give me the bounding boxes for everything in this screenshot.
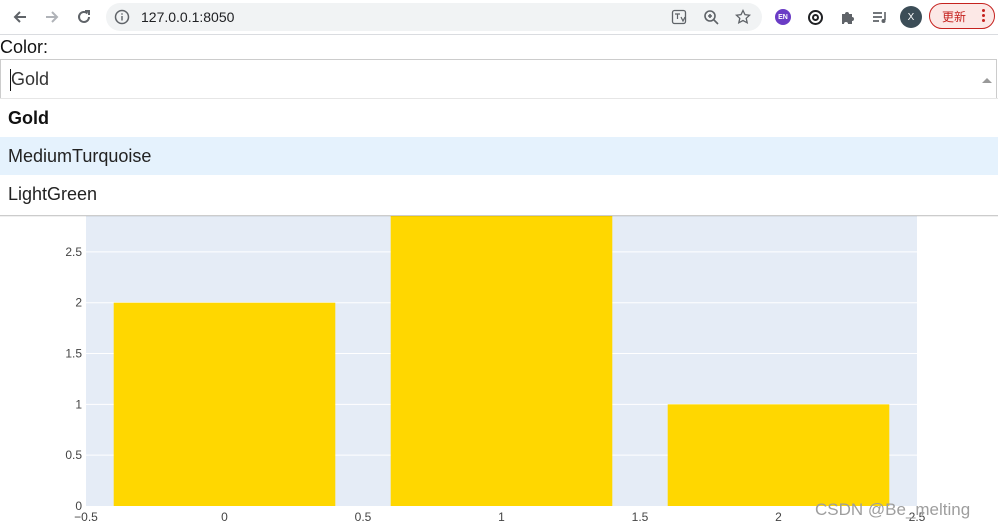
reload-icon (78, 10, 90, 23)
y-tick-label: 1 (75, 397, 82, 411)
address-bar[interactable]: 127.0.0.1:8050 (106, 3, 762, 31)
menu-dots-icon (982, 9, 985, 24)
color-label: Color: (0, 37, 49, 57)
translate-icon[interactable] (670, 8, 688, 26)
x-axis-ticks: −0.5 0 0.5 1 1.5 2 2.5 (74, 510, 926, 524)
dropdown-value: Gold (11, 69, 50, 89)
en-badge: EN (775, 9, 791, 25)
bar (113, 302, 336, 506)
url-text: 127.0.0.1:8050 (141, 9, 235, 25)
reload-button[interactable] (72, 5, 96, 29)
update-button[interactable]: 更新 (929, 3, 995, 29)
color-dropdown[interactable]: Gold (0, 59, 997, 98)
x-tick-label: −0.5 (74, 510, 98, 524)
forward-arrow-icon (46, 11, 59, 23)
dropdown-option[interactable]: LightGreen (0, 175, 998, 213)
x-tick-label: 1 (498, 510, 505, 524)
profile-avatar[interactable]: X (900, 6, 922, 28)
back-arrow-icon (13, 11, 26, 23)
link-extension-icon[interactable] (805, 7, 825, 27)
x-tick-label: 2 (775, 510, 782, 524)
en-extension-icon[interactable]: EN (773, 7, 793, 27)
x-tick-label: 0 (221, 510, 228, 524)
bar (667, 404, 890, 506)
back-button[interactable] (8, 5, 32, 29)
dropdown-menu: Gold MediumTurquoise LightGreen (0, 98, 998, 216)
y-tick-label: 0.5 (65, 448, 82, 462)
y-tick-label: 1.5 (65, 347, 82, 361)
site-info-icon[interactable] (114, 9, 130, 25)
browser-toolbar: 127.0.0.1:8050 EN X 更新 (0, 0, 998, 35)
puzzle-icon[interactable] (837, 7, 857, 27)
zoom-icon[interactable] (702, 8, 720, 26)
update-label: 更新 (942, 9, 967, 24)
media-queue-icon[interactable] (869, 7, 889, 27)
star-icon[interactable] (734, 8, 752, 26)
dropdown-option[interactable]: Gold (0, 99, 998, 137)
x-tick-label: 0.5 (355, 510, 372, 524)
watermark: CSDN @Be_melting (815, 500, 971, 519)
y-axis-ticks: 00.511.522.53 (65, 194, 82, 513)
y-tick-label: 2 (75, 296, 82, 310)
x-tick-label: 1.5 (632, 510, 649, 524)
forward-button[interactable] (40, 5, 64, 29)
dropdown-arrow-up-icon[interactable] (982, 78, 992, 83)
dropdown-option[interactable]: MediumTurquoise (0, 137, 998, 175)
y-tick-label: 2.5 (65, 245, 82, 259)
bar (390, 201, 613, 506)
